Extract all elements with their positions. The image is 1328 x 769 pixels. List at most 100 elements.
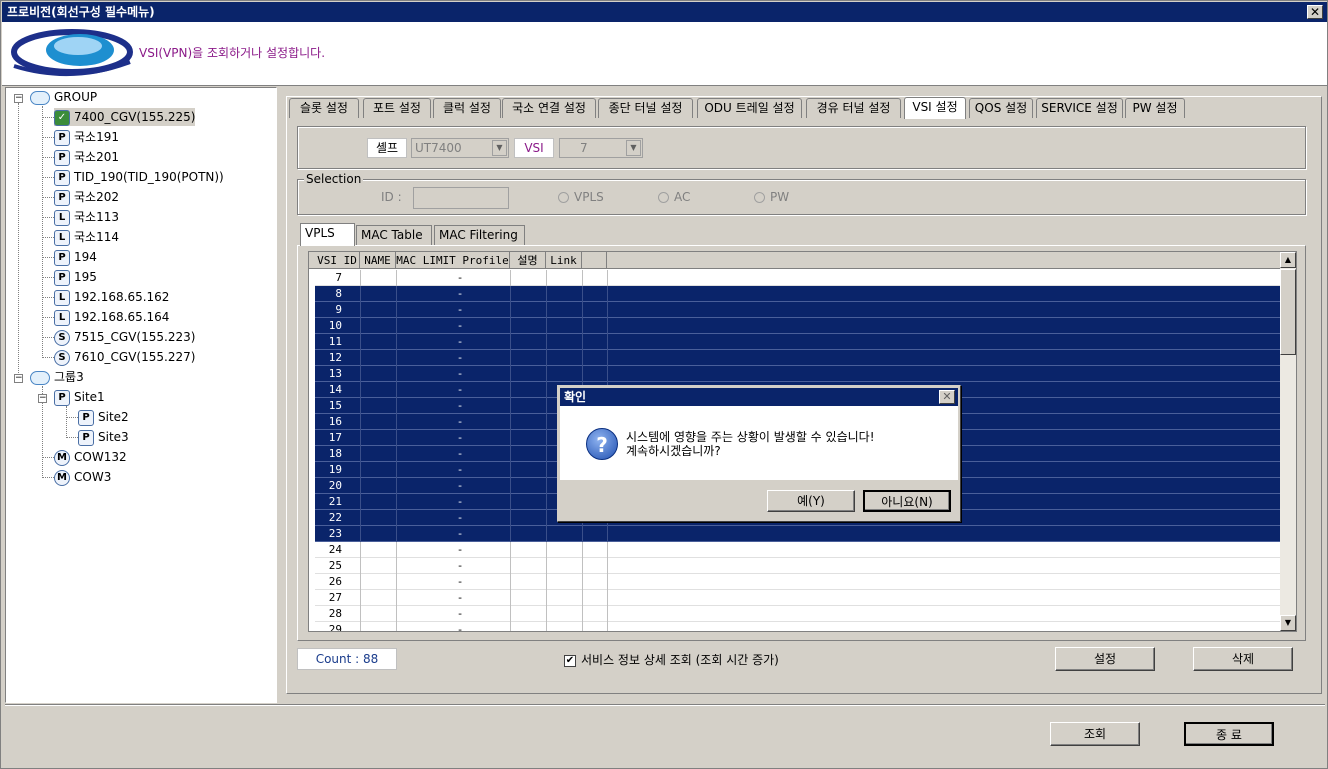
scroll-thumb[interactable] (1280, 269, 1296, 355)
tab-vsi[interactable]: VSI 설정 (904, 97, 966, 119)
close-icon[interactable]: ✕ (1307, 5, 1323, 19)
tab-transit-tunnel[interactable]: 경유 터널 설정 (806, 98, 901, 118)
tree-node-group3[interactable]: 그룹3 (30, 368, 84, 386)
l-node-icon: L (54, 289, 70, 306)
cell-separator (546, 606, 547, 622)
table-row[interactable]: 8- (315, 286, 1281, 302)
no-button[interactable]: 아니요(N) (863, 490, 951, 512)
cell-separator (607, 318, 608, 334)
table-row[interactable]: 28 - (315, 606, 1281, 622)
tab-slot[interactable]: 슬롯 설정 (289, 98, 359, 118)
cell-separator (546, 622, 547, 631)
set-button[interactable]: 설정 (1055, 647, 1155, 671)
divider (5, 704, 1325, 706)
scroll-down-icon[interactable]: ▼ (1280, 615, 1296, 631)
tab-odu-trail[interactable]: ODU 트레일 설정 (697, 98, 802, 118)
radio-pw[interactable]: PW (754, 190, 789, 204)
table-row[interactable]: 12 - (315, 350, 1281, 366)
cell-separator (396, 318, 397, 334)
cell-separator (396, 270, 397, 286)
cell-separator (360, 558, 361, 574)
cell-vsi-id: 12 (328, 351, 342, 364)
vsi-select[interactable]: 7 ▼ (559, 138, 643, 158)
shelf-select[interactable]: UT7400 ▼ (411, 138, 509, 158)
vsi-value: 7 (580, 141, 588, 155)
tree-node-label: COW132 (74, 450, 127, 464)
cell-separator (510, 574, 511, 590)
tree-node-label: 7515_CGV(155.223) (74, 330, 196, 344)
tree-node-guksu201[interactable]: P 국소201 (54, 148, 119, 166)
tree-node-194[interactable]: P 194 (54, 248, 97, 266)
detail-checkbox[interactable]: ✔ 서비스 정보 상세 조회 (조회 시간 증가) (564, 651, 779, 668)
tree-node-cow3[interactable]: M COW3 (54, 468, 111, 486)
table-row[interactable]: 10 - (315, 318, 1281, 334)
radio-vpls[interactable]: VPLS (558, 190, 604, 204)
subtab-vpls[interactable]: VPLS (300, 223, 355, 246)
table-row[interactable]: 11 - (315, 334, 1281, 350)
tree-node-tid190[interactable]: P TID_190(TID_190(POTN)) (54, 168, 224, 186)
cell-separator (546, 286, 547, 302)
col-vsi-id[interactable]: VSI ID (315, 252, 360, 269)
cell-separator (546, 430, 547, 446)
col-mac-limit[interactable]: MAC LIMIT Profile (396, 252, 510, 269)
cell-vsi-id: 7 (335, 271, 342, 284)
id-input[interactable] (413, 187, 509, 209)
table-row[interactable]: 23 - (315, 526, 1281, 542)
tree-node-site1[interactable]: P Site1 (54, 388, 105, 406)
col-name[interactable]: NAME (360, 252, 396, 269)
tree-node-group[interactable]: GROUP (30, 88, 97, 106)
tree-node-site3[interactable]: P Site3 (78, 428, 129, 446)
chevron-down-icon: ▼ (492, 140, 507, 156)
radio-icon (658, 192, 669, 203)
tree-node-guksu202[interactable]: P 국소202 (54, 188, 119, 206)
scroll-up-icon[interactable]: ▲ (1280, 252, 1296, 268)
table-row[interactable]: 13 - (315, 366, 1281, 382)
vertical-scrollbar[interactable]: ▲ ▼ (1280, 252, 1296, 631)
cell-mac-limit: - (456, 415, 464, 428)
collapse-icon[interactable]: − (38, 394, 47, 403)
yes-button[interactable]: 예(Y) (767, 490, 855, 512)
exit-button[interactable]: 종 료 (1184, 722, 1274, 746)
dialog-close-icon[interactable]: ✕ (939, 390, 955, 404)
col-desc[interactable]: 설명 (510, 252, 546, 269)
table-row[interactable]: 9- (315, 302, 1281, 318)
tree-node-7400[interactable]: ✓ 7400_CGV(155.225) (54, 108, 196, 126)
tree-node-cow132[interactable]: M COW132 (54, 448, 127, 466)
collapse-icon[interactable]: − (14, 94, 23, 103)
subtab-mac-filtering[interactable]: MAC Filtering (434, 225, 525, 245)
tab-site-link[interactable]: 국소 연결 설정 (502, 98, 596, 118)
cell-separator (396, 398, 397, 414)
tree-node-guksu114[interactable]: L 국소114 (54, 228, 119, 246)
query-button[interactable]: 조회 (1050, 722, 1140, 746)
table-row[interactable]: 29 - (315, 622, 1281, 631)
tab-clock[interactable]: 클럭 설정 (433, 98, 501, 118)
network-tree[interactable]: − GROUP ✓ 7400_CGV(155.225) P 국소191 P 국소201… (5, 87, 277, 703)
tree-node-guksu113[interactable]: L 국소113 (54, 208, 119, 226)
tab-pw[interactable]: PW 설정 (1125, 98, 1185, 118)
tree-node-site2[interactable]: P Site2 (78, 408, 129, 426)
tab-qos[interactable]: QOS 설정 (969, 98, 1033, 118)
tree-node-guksu191[interactable]: P 국소191 (54, 128, 119, 146)
delete-button[interactable]: 삭제 (1193, 647, 1293, 671)
cell-separator (510, 350, 511, 366)
tab-service[interactable]: SERVICE 설정 (1036, 98, 1123, 118)
tree-node-7610[interactable]: S 7610_CGV(155.227) (54, 348, 195, 366)
table-row[interactable]: 26 - (315, 574, 1281, 590)
tab-port[interactable]: 포트 설정 (363, 98, 431, 118)
l-node-icon: L (54, 209, 70, 226)
tree-node-ip162[interactable]: L 192.168.65.162 (54, 288, 169, 306)
radio-ac[interactable]: AC (658, 190, 690, 204)
col-link[interactable]: Link (546, 252, 582, 269)
table-row[interactable]: 24 - (315, 542, 1281, 558)
tree-node-7515[interactable]: S 7515_CGV(155.223) (54, 328, 195, 346)
table-row[interactable]: 27 - (315, 590, 1281, 606)
collapse-icon[interactable]: − (14, 374, 23, 383)
grid-header: VSI ID NAME MAC LIMIT Profile 설명 Link (309, 252, 1284, 269)
tree-node-195[interactable]: P 195 (54, 268, 97, 286)
table-row[interactable]: 25 - (315, 558, 1281, 574)
table-row[interactable]: 7- (315, 270, 1281, 286)
tree-node-ip164[interactable]: L 192.168.65.164 (54, 308, 169, 326)
p-node-icon: P (54, 169, 70, 186)
subtab-mac-table[interactable]: MAC Table (356, 225, 432, 245)
tab-end-tunnel[interactable]: 종단 터널 설정 (598, 98, 693, 118)
